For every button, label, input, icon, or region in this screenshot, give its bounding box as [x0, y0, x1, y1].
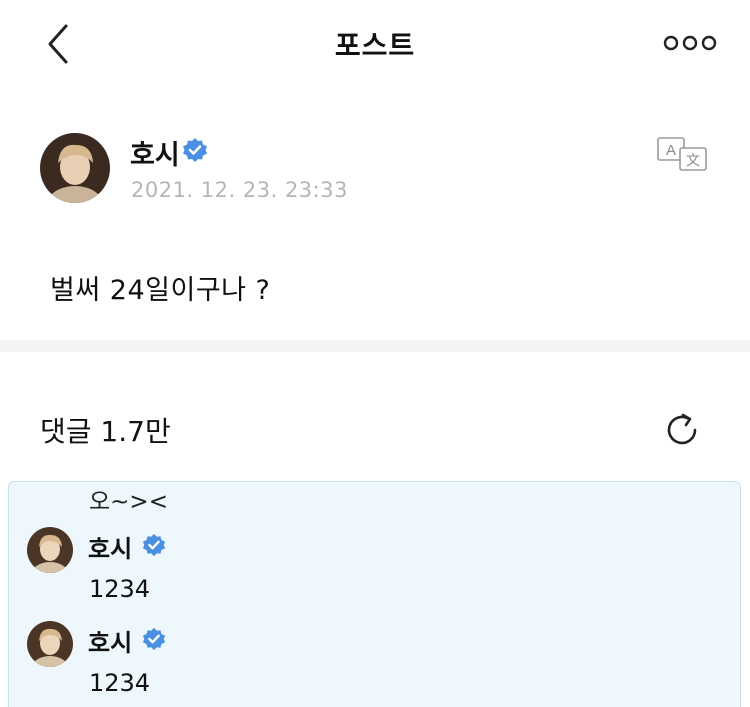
reply-text: 1234	[89, 575, 151, 603]
refresh-button[interactable]	[662, 410, 702, 450]
translate-icon: A 文	[657, 137, 707, 171]
more-dots-icon	[663, 35, 717, 51]
reply-avatar[interactable]	[27, 621, 73, 667]
verified-badge-icon	[142, 627, 166, 651]
reply-author[interactable]: 호시	[88, 623, 132, 658]
top-bar: 포스트	[0, 0, 750, 90]
reply-avatar[interactable]	[27, 527, 73, 573]
reply-author[interactable]: 호시	[88, 529, 132, 564]
more-options-button[interactable]	[662, 30, 718, 56]
verified-badge-icon	[142, 533, 166, 557]
comment-thread: 오~>< 호시 1234 호시 1234	[8, 481, 741, 707]
comments-count: 댓글 1.7만	[40, 415, 171, 448]
reply-item: 호시 1234	[9, 621, 740, 707]
author-avatar[interactable]	[40, 133, 110, 203]
post-content: 벌써 24일이구나 ?	[50, 275, 271, 306]
svg-text:A: A	[666, 142, 676, 159]
translate-button[interactable]: A 文	[656, 136, 710, 172]
reply-item: 호시 1234	[9, 527, 740, 617]
post-timestamp: 2021. 12. 23. 23:33	[131, 178, 348, 202]
reply-text: 1234	[89, 669, 151, 697]
avatar-image	[27, 527, 73, 573]
verified-badge-icon	[183, 138, 207, 162]
comments-header: 댓글 1.7만	[0, 352, 750, 480]
refresh-icon	[667, 413, 697, 445]
page-title: 포스트	[334, 29, 416, 62]
author-name[interactable]: 호시	[130, 133, 180, 172]
section-divider	[0, 340, 750, 352]
avatar-image	[40, 133, 110, 203]
comment-text: 오~><	[89, 489, 168, 515]
svg-text:文: 文	[686, 152, 700, 168]
post-header: 호시 2021. 12. 23. 23:33 A 文	[0, 128, 750, 208]
avatar-image	[27, 621, 73, 667]
